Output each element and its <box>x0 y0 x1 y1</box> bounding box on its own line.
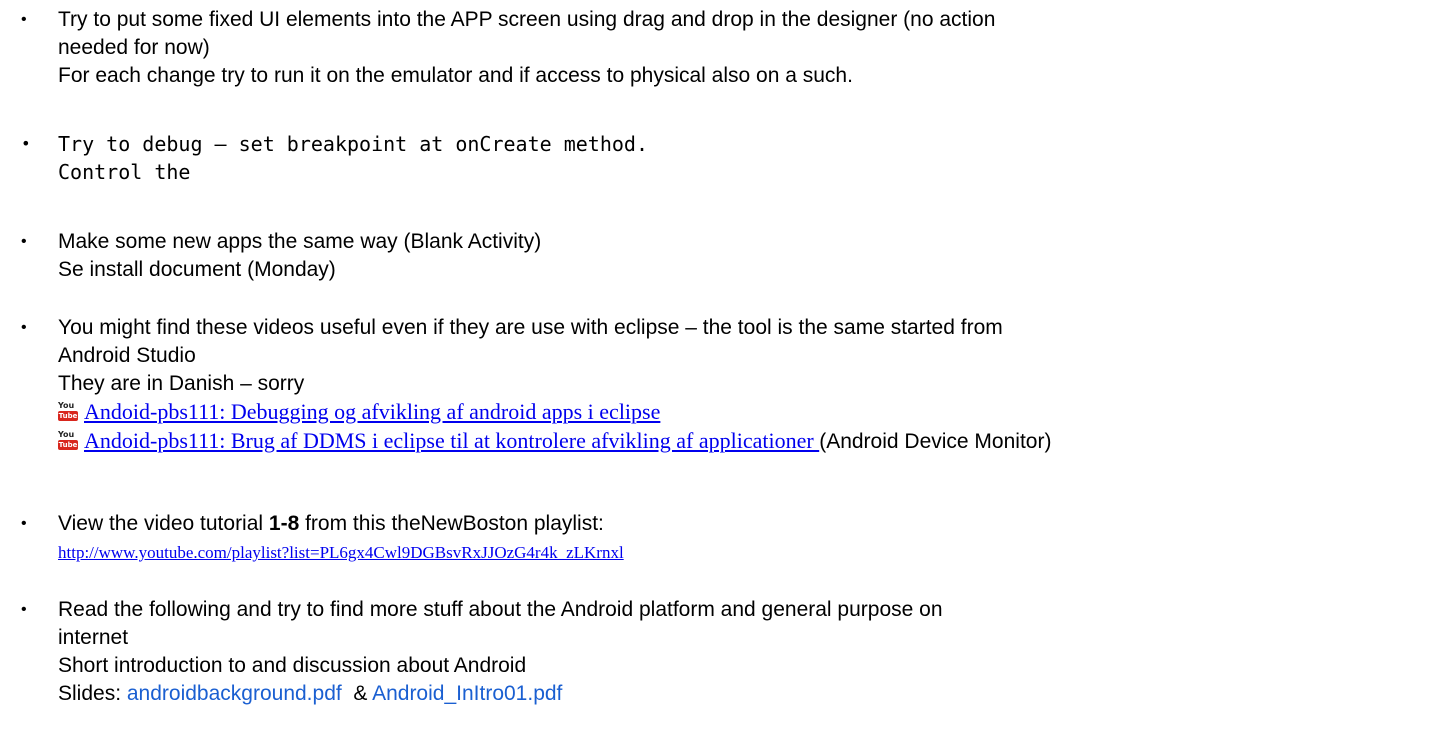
list-item: • Read the following and try to find mor… <box>21 596 1448 708</box>
list-item: • Try to debug – set breakpoint at onCre… <box>21 130 1448 186</box>
item-text-line: needed for now) <box>58 36 210 59</box>
slide-link-android-intro[interactable]: Android_InItro01.pdf <box>372 682 562 705</box>
video-link-debugging[interactable]: Andoid-pbs111: Debugging og afvikling af… <box>84 399 660 424</box>
item-text-line: Se install document (Monday) <box>58 258 336 281</box>
bullet: • <box>21 11 27 28</box>
bullet: • <box>21 319 27 336</box>
document-page: • Try to put some fixed UI elements into… <box>0 0 1456 736</box>
item-text-line: Try to debug – set breakpoint at onCreat… <box>58 132 649 156</box>
video-link-ddms[interactable]: Andoid-pbs111: Brug af DDMS i eclipse ti… <box>84 428 819 453</box>
playlist-link-row: http://www.youtube.com/playlist?list=PL6… <box>58 538 1448 567</box>
bold-range: 1-8 <box>268 512 300 535</box>
item-text-line: For each change try to run it on the emu… <box>58 64 853 87</box>
list-item: • Make some new apps the same way (Blank… <box>21 228 1448 284</box>
item-text-line: Read the following and try to find more … <box>58 598 943 621</box>
list-item: • View the video tutorial 1-8 from this … <box>21 510 1448 567</box>
item-text-line: Android Studio <box>58 344 196 367</box>
item-text-line: You might find these videos useful even … <box>58 316 1003 339</box>
video-link-row: You Tube Andoid-pbs111: Debugging og afv… <box>58 398 1448 427</box>
item-text-line: Make some new apps the same way (Blank A… <box>58 230 542 253</box>
playlist-url-link[interactable]: http://www.youtube.com/playlist?list=PL6… <box>58 543 624 562</box>
bullet: • <box>21 515 27 532</box>
bullet: • <box>21 601 27 618</box>
slides-row: Slides: androidbackground.pdf & Android_… <box>58 682 563 705</box>
list-item: • You might find these videos useful eve… <box>21 314 1448 456</box>
item-text-line: internet <box>58 626 129 649</box>
item-text-line: Control the <box>58 160 191 184</box>
slide-link-androidbackground[interactable]: androidbackground.pdf <box>127 682 342 705</box>
bullet: • <box>21 233 27 250</box>
bullet: • <box>21 134 31 153</box>
video-link-row: You Tube Andoid-pbs111: Brug af DDMS i e… <box>58 427 1448 456</box>
item-text-line: They are in Danish – sorry <box>58 372 305 395</box>
youtube-icon: You Tube <box>58 401 78 421</box>
link-suffix-text: (Android Device Monitor) <box>819 430 1052 453</box>
item-text-line: Short introduction to and discussion abo… <box>58 654 527 677</box>
item-text-line: View the video tutorial 1-8 from this th… <box>58 512 604 535</box>
youtube-icon: You Tube <box>58 430 78 450</box>
list-item: • Try to put some fixed UI elements into… <box>21 6 1448 90</box>
item-text-line: Try to put some fixed UI elements into t… <box>58 8 996 31</box>
